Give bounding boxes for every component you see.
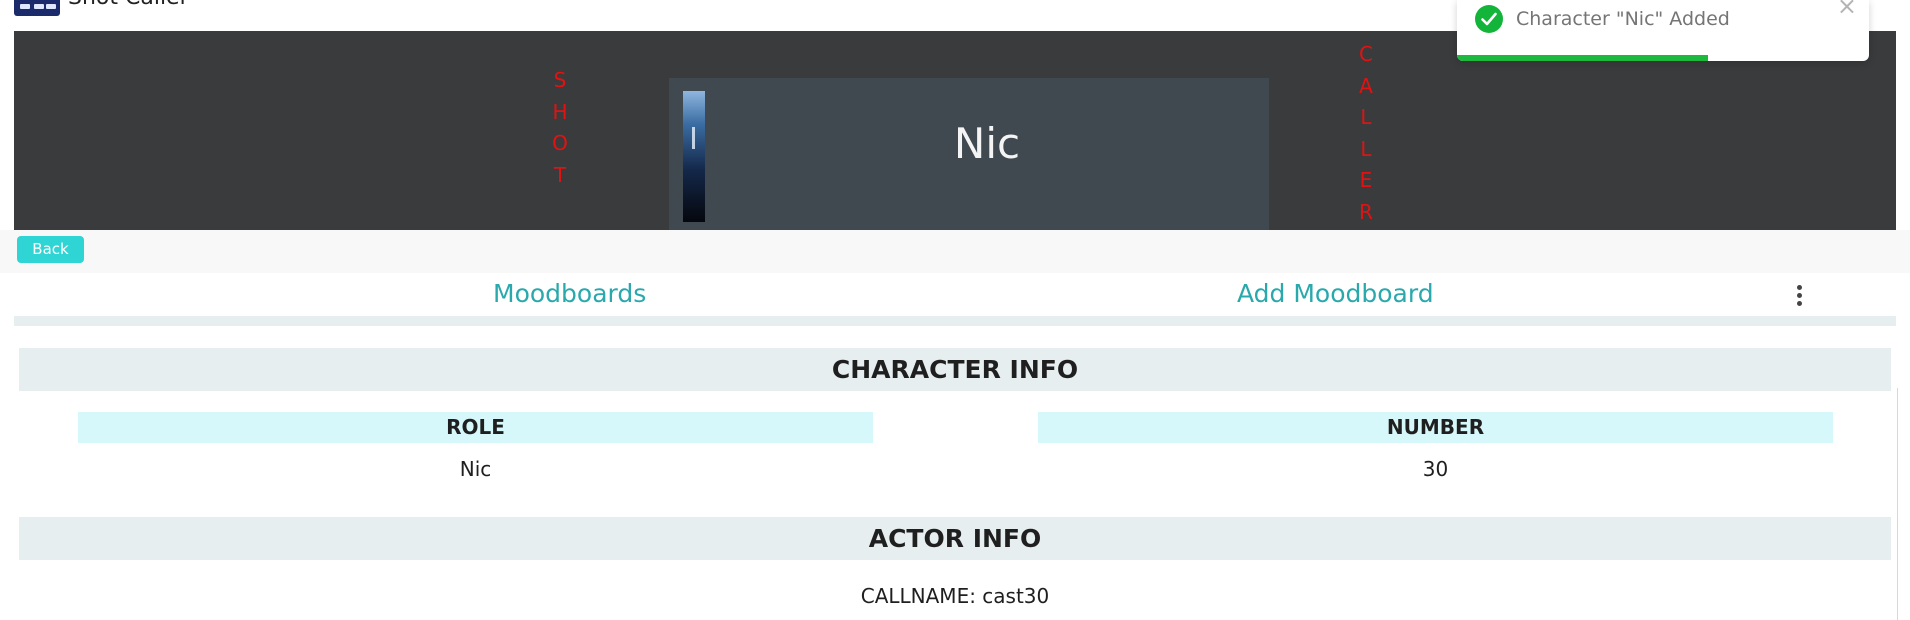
character-card: Nic [669, 78, 1269, 235]
actor-info-heading: ACTOR INFO [19, 517, 1891, 560]
moodboards-link[interactable]: Moodboards [493, 279, 646, 309]
toast-progress-bar [1457, 55, 1709, 61]
back-button[interactable]: Back [17, 236, 84, 263]
role-column-header: ROLE [78, 412, 873, 443]
moodboard-nav: Moodboards Add Moodboard [14, 273, 1896, 316]
app-title: Shot Caller [68, 0, 189, 10]
check-circle-icon [1475, 5, 1503, 33]
kebab-menu-icon[interactable] [1794, 285, 1804, 307]
shot-vertical-text: S H O T [552, 68, 568, 187]
toast-message: Character "Nic" Added [1516, 8, 1730, 30]
scrollbar-track[interactable] [1897, 388, 1898, 620]
back-row: Back [0, 230, 1910, 273]
nav-divider [14, 316, 1896, 326]
character-name: Nic [953, 119, 1021, 168]
callname-text: CALLNAME: cast30 [860, 584, 1050, 608]
role-value: Nic [459, 457, 492, 481]
character-info-heading: CHARACTER INFO [19, 348, 1891, 391]
add-moodboard-link[interactable]: Add Moodboard [1237, 279, 1434, 309]
number-column-header: NUMBER [1038, 412, 1833, 443]
character-image [683, 91, 705, 222]
number-value: 30 [1422, 457, 1449, 481]
caller-vertical-text: C A L L E R [1359, 42, 1373, 224]
close-icon[interactable]: × [1837, 0, 1857, 18]
toast-notification: Character "Nic" Added × [1457, 0, 1869, 61]
app-logo[interactable] [14, 0, 60, 16]
